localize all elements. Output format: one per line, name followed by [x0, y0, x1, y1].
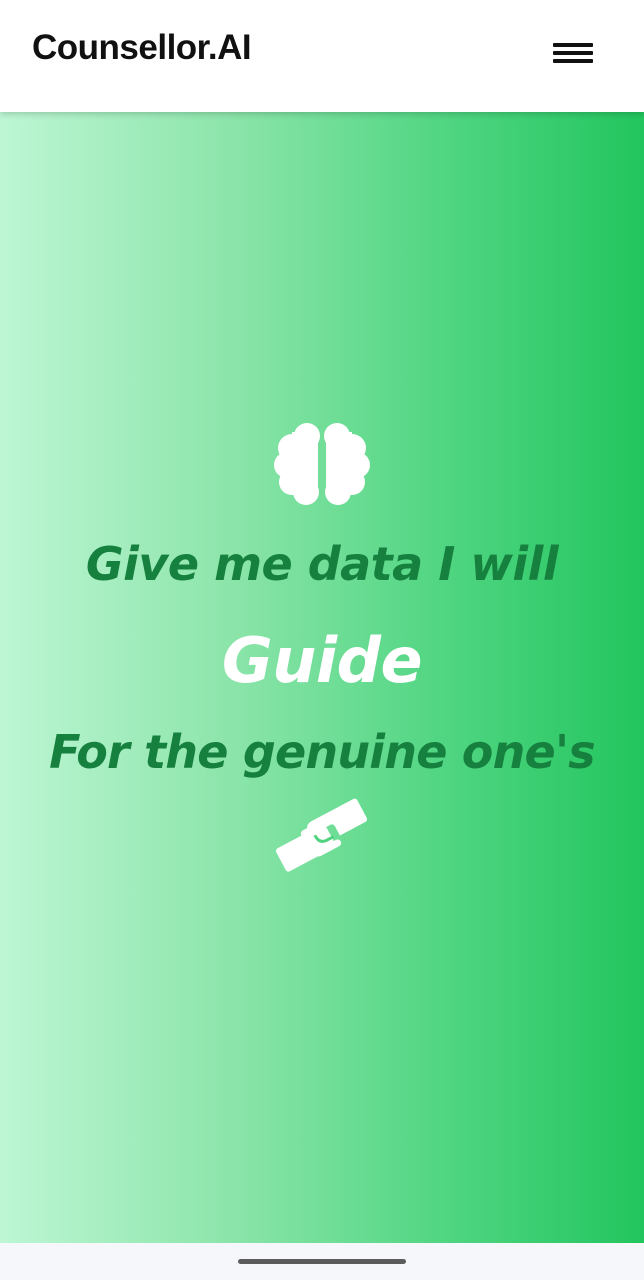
menu-line	[553, 43, 593, 47]
menu-line	[553, 59, 593, 63]
menu-line	[553, 51, 593, 55]
hamburger-menu-icon[interactable]	[548, 38, 598, 72]
brand-logo[interactable]: Counsellor.AI	[32, 28, 252, 68]
handshake-icon	[275, 798, 368, 872]
hero-line-3: For the genuine one's	[49, 725, 595, 779]
hero-line-highlight: Guide	[221, 624, 423, 697]
home-indicator[interactable]	[238, 1259, 406, 1264]
hero-section: Give me data I will Guide For the genuin…	[0, 112, 644, 1243]
hero-line-1: Give me data I will	[85, 537, 559, 591]
system-navigation-bar	[0, 1243, 644, 1280]
brain-icon	[274, 423, 370, 505]
app-header: Counsellor.AI	[0, 0, 644, 112]
